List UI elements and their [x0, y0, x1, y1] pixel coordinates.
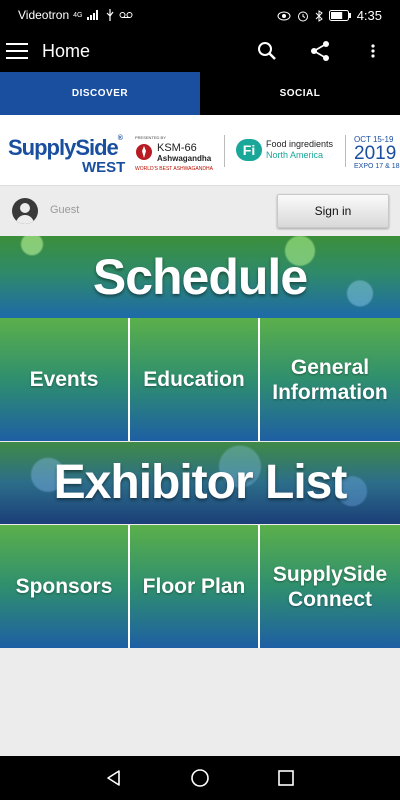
supplyside-west-label: WEST	[82, 159, 126, 176]
banner-divider	[224, 135, 225, 167]
ksm-emblem-icon	[136, 144, 152, 160]
back-icon[interactable]	[104, 768, 124, 788]
carrier-label: Videotron	[18, 8, 70, 22]
voicemail-icon	[119, 12, 132, 18]
floor-plan-tile[interactable]: Floor Plan	[130, 525, 258, 648]
supplyside-connect-tile[interactable]: SupplySide Connect	[260, 525, 400, 648]
alarm-icon	[297, 11, 308, 21]
share-icon[interactable]	[309, 40, 331, 62]
clock: 4:35	[356, 8, 382, 23]
tab-discover[interactable]: DISCOVER	[0, 72, 200, 115]
network-type-label: 4G	[73, 11, 83, 19]
events-tile[interactable]: Events	[0, 318, 128, 441]
schedule-banner[interactable]: Schedule	[0, 236, 400, 318]
search-icon[interactable]	[256, 40, 278, 62]
general-information-tile[interactable]: General Information	[260, 318, 400, 441]
eye-icon	[277, 11, 291, 20]
user-name-label: Guest	[50, 204, 80, 216]
education-tile[interactable]: Education	[130, 318, 258, 441]
status-bar: Videotron 4G 4:35	[0, 0, 400, 30]
page-title: Home	[42, 41, 91, 61]
system-nav-bar	[0, 756, 400, 800]
sponsors-tile[interactable]: Sponsors	[0, 525, 128, 648]
banner-divider	[345, 135, 346, 167]
event-dates: OCT 15-19 2019 EXPO 17 & 18	[354, 135, 400, 170]
schedule-title: Schedule	[92, 249, 308, 305]
tab-bar: DISCOVER SOCIAL	[0, 72, 400, 115]
signal-icon	[86, 10, 98, 20]
supplyside-logo: SupplySide®	[8, 135, 123, 160]
recents-icon[interactable]	[276, 768, 296, 788]
avatar	[12, 198, 38, 224]
exhibitor-list-title: Exhibitor List	[53, 456, 348, 509]
ksm-sponsor-logo: PRESENTED BY KSM-66 Ashwagandha WORLD'S …	[135, 135, 213, 172]
app-bar: Home	[0, 30, 400, 72]
schedule-tiles: Events Education General Information	[0, 318, 400, 441]
menu-icon[interactable]	[6, 43, 28, 59]
battery-icon	[328, 10, 351, 21]
event-banner[interactable]: SupplySide® WEST PRESENTED BY KSM-66 Ash…	[0, 115, 400, 186]
exhibitor-tiles: Sponsors Floor Plan SupplySide Connect	[0, 525, 400, 648]
bluetooth-icon	[315, 9, 323, 22]
tab-social[interactable]: SOCIAL	[200, 72, 400, 115]
exhibitor-list-banner[interactable]: Exhibitor List	[0, 442, 400, 524]
sign-in-button[interactable]: Sign in	[277, 194, 389, 228]
usb-icon	[106, 9, 113, 21]
more-options-icon[interactable]	[362, 40, 384, 62]
home-icon[interactable]	[190, 768, 210, 788]
